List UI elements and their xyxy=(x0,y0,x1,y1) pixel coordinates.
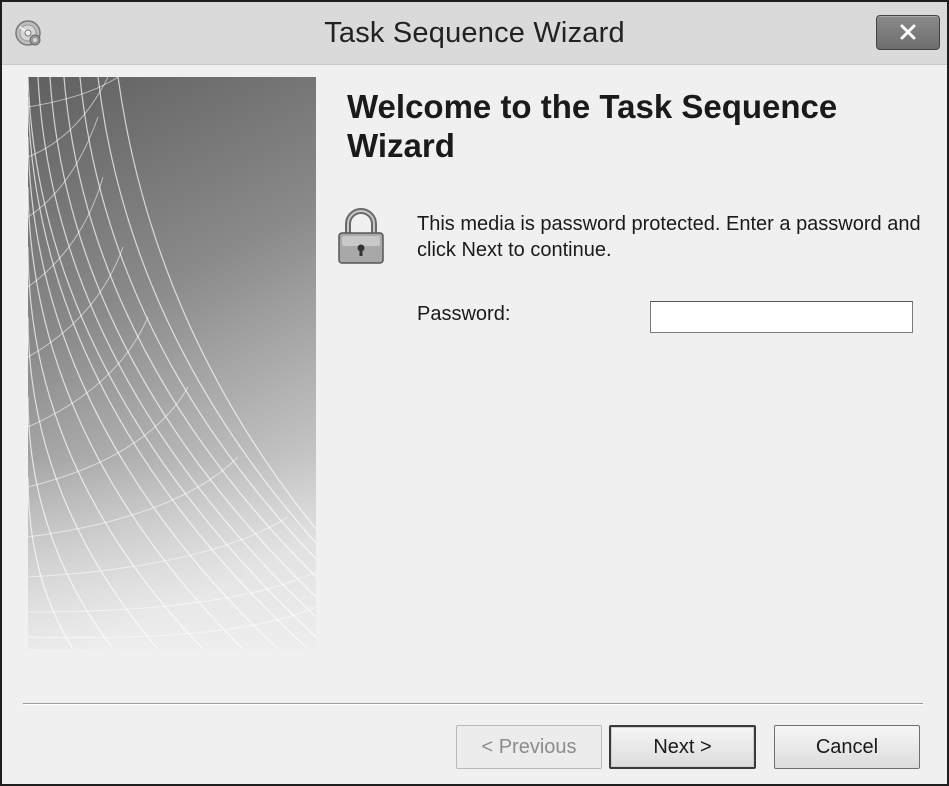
next-button[interactable]: Next > xyxy=(609,725,756,769)
password-label: Password: xyxy=(417,303,511,325)
task-sequence-wizard-window: Task Sequence Wizard Welcome to the Task… xyxy=(0,0,949,786)
wizard-heading: Welcome to the Task Sequence Wizard xyxy=(347,88,838,164)
footer-divider xyxy=(23,703,923,705)
password-protected-message: This media is password protected. Enter … xyxy=(417,213,921,261)
previous-button[interactable]: < Previous xyxy=(456,725,602,769)
title-bar[interactable]: Task Sequence Wizard xyxy=(2,2,947,65)
wizard-banner-art xyxy=(28,77,316,649)
password-input[interactable] xyxy=(650,301,913,333)
wizard-content: Welcome to the Task Sequence Wizard This… xyxy=(2,65,947,784)
lock-icon xyxy=(335,206,387,266)
cancel-button[interactable]: Cancel xyxy=(774,725,920,769)
close-button[interactable] xyxy=(876,15,940,50)
window-title: Task Sequence Wizard xyxy=(324,17,625,49)
